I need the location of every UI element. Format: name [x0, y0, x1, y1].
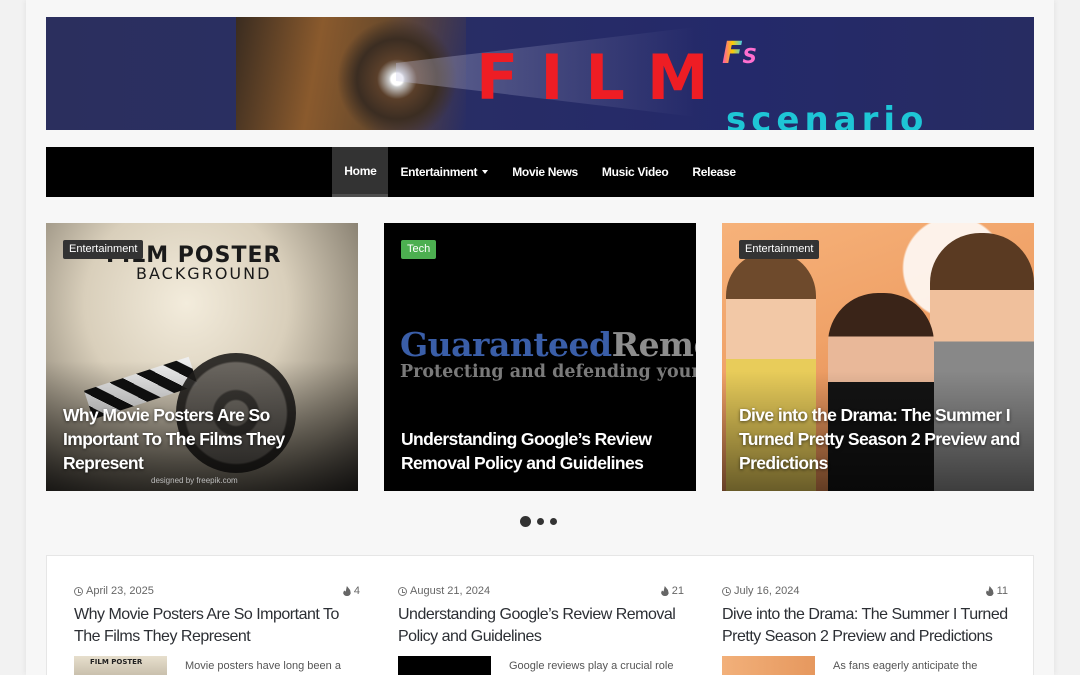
nav-item-entertainment[interactable]: Entertainment: [388, 147, 500, 197]
slider-dot-3[interactable]: [550, 518, 557, 525]
post-date: July 16, 2024: [722, 585, 799, 597]
slider-dot-2[interactable]: [537, 518, 544, 525]
post-excerpt-row: Google reviews play a crucial role in: [398, 656, 684, 675]
slider-dots: [520, 516, 557, 527]
post-title[interactable]: Understanding Google’s Review Removal Po…: [398, 604, 684, 648]
category-badge[interactable]: Entertainment: [739, 240, 820, 259]
logo-fs-f: F: [722, 36, 743, 71]
category-badge[interactable]: Entertainment: [63, 240, 144, 259]
logo-fs-s: S: [742, 44, 757, 68]
post-title[interactable]: Dive into the Drama: The Summer I Turned…: [722, 604, 1008, 648]
featured-slide-1[interactable]: FILM POSTER BACKGROUND designed by freep…: [46, 223, 358, 491]
slide-title[interactable]: Understanding Google’s Review Removal Po…: [401, 427, 682, 475]
chevron-down-icon: [482, 170, 489, 174]
post-date-text: April 23, 2025: [86, 585, 154, 597]
post-date-text: July 16, 2024: [734, 585, 800, 597]
post-excerpt-row: As fans eagerly anticipate the return: [722, 656, 1008, 675]
post-thumbnail[interactable]: FILM POSTER: [74, 656, 167, 675]
post-card: April 23, 2025 4 Why Movie Posters Are S…: [74, 584, 360, 675]
post-title[interactable]: Why Movie Posters Are So Important To Th…: [74, 604, 360, 648]
logo-scenario-text: scenario: [726, 100, 929, 130]
image-credit: designed by freepik.com: [151, 476, 238, 485]
post-excerpt: Google reviews play a crucial role in: [509, 660, 674, 675]
slider-dot-1[interactable]: [520, 516, 531, 527]
post-meta: July 16, 2024 11: [722, 584, 1008, 598]
nav-item-movie-news[interactable]: Movie News: [500, 147, 590, 197]
post-card: July 16, 2024 11 Dive into the Drama: Th…: [722, 584, 1008, 675]
nav-item-entertainment-label: Entertainment: [400, 165, 478, 179]
post-date: April 23, 2025: [74, 585, 154, 597]
slide-image-subtext: BACKGROUND: [136, 264, 272, 283]
main-nav: Home Entertainment Movie News Music Vide…: [46, 147, 1034, 197]
post-views-count: 11: [996, 585, 1008, 597]
slide-title[interactable]: Dive into the Drama: The Summer I Turned…: [739, 403, 1020, 475]
nav-item-home[interactable]: Home: [332, 147, 389, 197]
thumbnail-text: FILM POSTER: [90, 658, 143, 666]
logo-film-text: FILM: [476, 41, 731, 114]
slide-image-text-a: Guaranteed: [400, 325, 612, 364]
slide-image-text-b: Remo: [611, 325, 696, 364]
category-badge[interactable]: Tech: [401, 240, 437, 259]
slide-title[interactable]: Why Movie Posters Are So Important To Th…: [63, 403, 344, 475]
logo-fs-mark: FS: [722, 39, 757, 69]
clock-icon: [722, 586, 731, 596]
slide-image-subtext: Protecting and defending your ima: [400, 362, 696, 382]
fire-icon: [660, 586, 669, 596]
post-excerpt: As fans eagerly anticipate the return: [833, 660, 978, 675]
site-logo-banner[interactable]: FILM FS scenario: [46, 17, 1034, 130]
post-thumbnail[interactable]: [398, 656, 491, 675]
post-excerpt: Movie posters have long been a: [185, 660, 341, 672]
post-views-count: 4: [353, 585, 360, 597]
featured-slide-2[interactable]: GuaranteedRemo Protecting and defending …: [384, 223, 696, 491]
post-views: 21: [660, 585, 684, 597]
post-thumbnail[interactable]: [722, 656, 815, 675]
post-views: 11: [985, 585, 1008, 597]
nav-item-release[interactable]: Release: [680, 147, 747, 197]
clock-icon: [74, 586, 83, 596]
post-date-text: August 21, 2024: [410, 585, 491, 597]
post-excerpt-row: FILM POSTER Movie posters have long been…: [74, 656, 360, 675]
latest-posts: April 23, 2025 4 Why Movie Posters Are S…: [46, 555, 1034, 675]
slide-image-text: GuaranteedRemo: [400, 325, 696, 364]
post-views-count: 21: [671, 585, 684, 597]
nav-item-music-video[interactable]: Music Video: [590, 147, 681, 197]
fire-icon: [342, 586, 351, 596]
post-card: August 21, 2024 21 Understanding Google’…: [398, 584, 684, 675]
post-meta: August 21, 2024 21: [398, 584, 684, 598]
featured-slide-3[interactable]: Entertainment Dive into the Drama: The S…: [722, 223, 1034, 491]
post-date: August 21, 2024: [398, 585, 490, 597]
post-meta: April 23, 2025 4: [74, 584, 360, 598]
fire-icon: [985, 586, 994, 596]
post-views: 4: [342, 585, 360, 597]
clock-icon: [398, 586, 407, 596]
